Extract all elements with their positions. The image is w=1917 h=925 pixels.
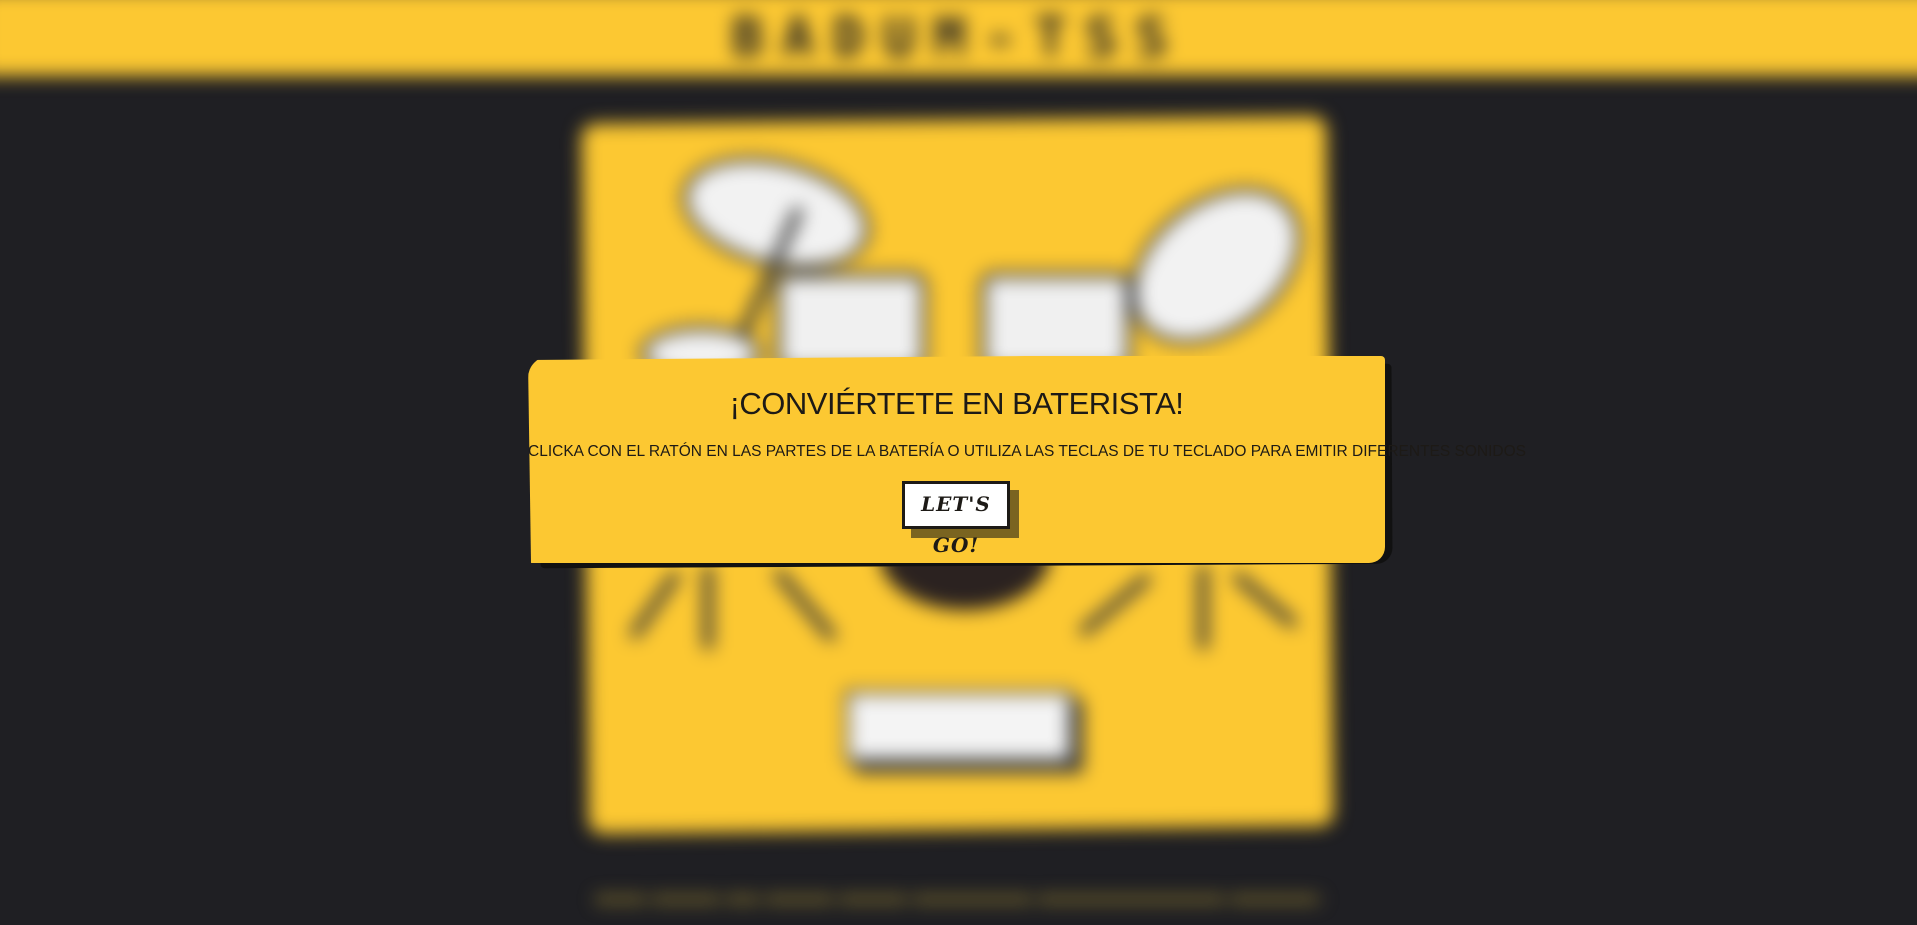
blurred-footer-text: ▬▬▬ ▬▬▬▬ ▬▬ ▬▬▬▬ ▬▬▬▬ ▬▬▬▬▬▬▬ ▬▬▬▬▬▬▬▬▬▬… xyxy=(595,888,1320,909)
modal-title: ¡CONVIÉRTETE EN BATERISTA! xyxy=(729,386,1184,421)
brand-logo: BADUM-TSS xyxy=(731,6,1186,69)
start-button[interactable]: LET'S GO! xyxy=(902,481,1010,557)
modal-instructions: CLICKA CON EL RATÓN EN LAS PARTES DE LA … xyxy=(528,443,1527,460)
stand-leg-icon xyxy=(703,565,713,650)
blurred-background-button xyxy=(845,690,1073,763)
stand-leg-icon xyxy=(1198,565,1208,650)
app-stage: BADUM-TSS ▬▬▬ ▬▬▬▬ ▬▬ ▬▬▬▬ ▬▬▬▬ ▬▬▬▬▬▬▬ … xyxy=(0,0,1917,925)
